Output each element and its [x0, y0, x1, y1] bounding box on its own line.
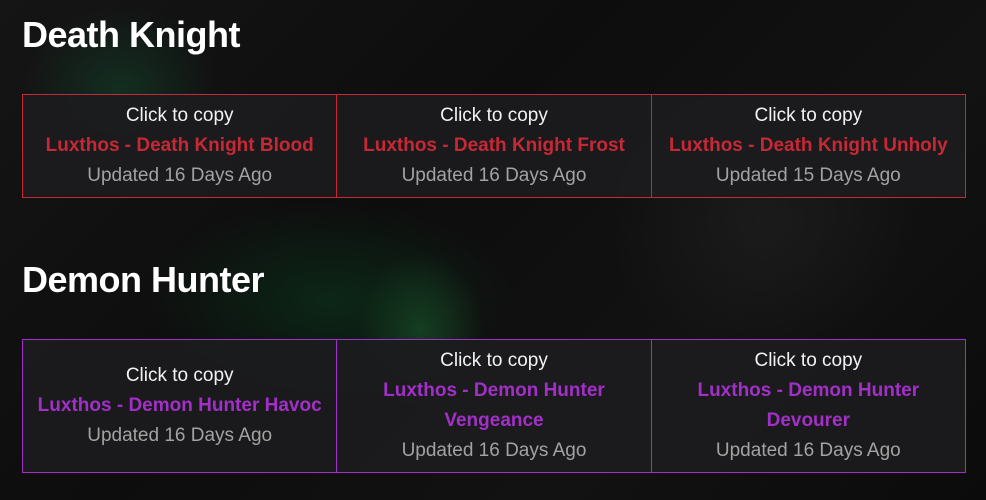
weakaura-name: Luxthos - Death Knight Frost: [363, 135, 625, 156]
click-to-copy-label: Click to copy: [754, 350, 863, 371]
updated-label: Updated 16 Days Ago: [87, 165, 273, 186]
demon-hunter-card-grid: Click to copy Luxthos - Demon Hunter Hav…: [22, 339, 966, 473]
card-demon-hunter-devourer[interactable]: Click to copy Luxthos - Demon Hunter Dev…: [651, 339, 966, 473]
click-to-copy-label: Click to copy: [754, 105, 863, 126]
weakaura-name: Luxthos - Demon Hunter Vengeance: [383, 380, 605, 431]
weakaura-name: Luxthos - Death Knight Unholy: [668, 135, 948, 156]
weakaura-name: Luxthos - Demon Hunter Devourer: [697, 380, 920, 431]
card-death-knight-frost[interactable]: Click to copy Luxthos - Death Knight Fro…: [337, 94, 652, 198]
updated-label: Updated 16 Days Ago: [87, 425, 273, 446]
weakaura-name: Luxthos - Death Knight Blood: [45, 135, 314, 156]
updated-label: Updated 15 Days Ago: [715, 165, 901, 186]
card-demon-hunter-havoc[interactable]: Click to copy Luxthos - Demon Hunter Hav…: [22, 339, 338, 473]
section-title-demon-hunter: Demon Hunter: [22, 259, 265, 300]
weakaura-name: Luxthos - Demon Hunter Havoc: [37, 395, 322, 416]
section-title-death-knight: Death Knight: [22, 14, 240, 55]
card-death-knight-unholy[interactable]: Click to copy Luxthos - Death Knight Unh…: [651, 94, 966, 198]
updated-label: Updated 16 Days Ago: [401, 440, 587, 461]
updated-label: Updated 16 Days Ago: [401, 165, 587, 186]
click-to-copy-label: Click to copy: [440, 350, 548, 371]
click-to-copy-label: Click to copy: [125, 105, 234, 126]
click-to-copy-label: Click to copy: [440, 105, 548, 126]
card-death-knight-blood[interactable]: Click to copy Luxthos - Death Knight Blo…: [22, 94, 338, 198]
updated-label: Updated 16 Days Ago: [715, 440, 901, 461]
card-demon-hunter-vengeance[interactable]: Click to copy Luxthos - Demon Hunter Ven…: [337, 339, 652, 473]
click-to-copy-label: Click to copy: [125, 365, 234, 386]
death-knight-card-grid: Click to copy Luxthos - Death Knight Blo…: [22, 94, 966, 198]
